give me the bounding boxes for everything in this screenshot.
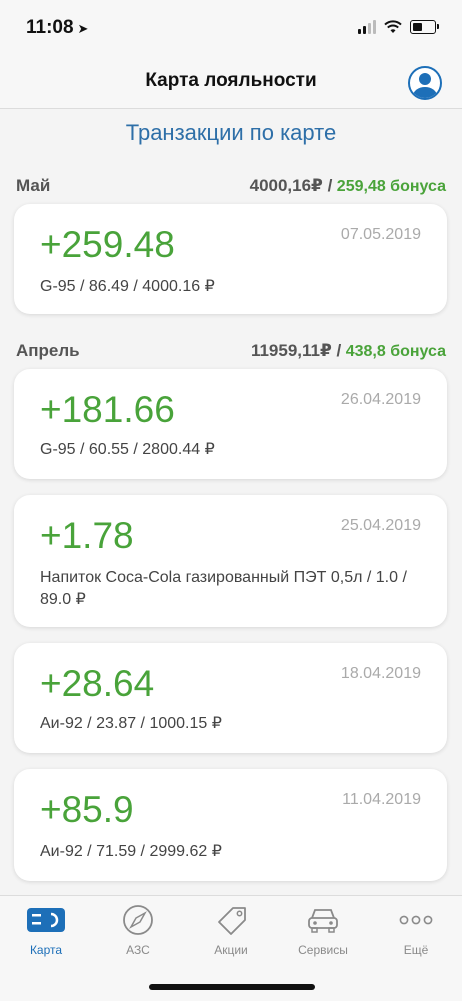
month-summary: 4000,16₽ / 259,48 бонуса bbox=[250, 176, 446, 196]
transaction-amount: +85.9 bbox=[40, 789, 134, 830]
page-title: Карта лояльности bbox=[145, 70, 317, 91]
month-sum: 11959,11₽ / bbox=[250, 341, 342, 360]
transaction-card[interactable]: +85.9 11.04.2019 Аи-92 / 71.59 / 2999.62… bbox=[14, 769, 447, 881]
tab-label: Ещё bbox=[403, 943, 429, 957]
tab-stations[interactable]: АЗС bbox=[98, 904, 178, 957]
wifi-icon bbox=[384, 20, 402, 33]
more-icon bbox=[399, 915, 433, 925]
transaction-card[interactable]: +259.48 07.05.2019 G-95 / 86.49 / 4000.1… bbox=[14, 204, 447, 314]
month-name: Апрель bbox=[16, 341, 80, 360]
transaction-card[interactable]: +181.66 26.04.2019 G-95 / 60.55 / 2800.4… bbox=[14, 369, 447, 479]
status-bar: 11:08 ➤ bbox=[0, 0, 462, 58]
section-title: Транзакции по карте bbox=[125, 120, 337, 145]
month-header: Май 4000,16₽ / 259,48 бонуса bbox=[16, 174, 446, 198]
home-indicator bbox=[149, 984, 315, 990]
car-icon bbox=[308, 909, 338, 933]
tab-label: Карта bbox=[29, 943, 63, 957]
month-name: Май bbox=[16, 176, 51, 195]
profile-button[interactable] bbox=[408, 66, 442, 100]
transaction-detail: Аи-92 / 71.59 / 2999.62 ₽ bbox=[40, 843, 222, 860]
month-sum: 4000,16₽ / bbox=[249, 176, 333, 195]
month-summary: 11959,11₽ / 438,8 бонуса bbox=[251, 341, 446, 361]
transaction-date: 26.04.2019 bbox=[340, 391, 421, 408]
card-icon bbox=[27, 908, 65, 932]
tag-icon bbox=[218, 907, 246, 935]
transaction-date: 25.04.2019 bbox=[340, 517, 421, 534]
status-indicators bbox=[358, 20, 439, 34]
tab-services[interactable]: Сервисы bbox=[283, 904, 363, 957]
transaction-amount: +259.48 bbox=[40, 224, 175, 265]
status-time: 11:08 ➤ bbox=[26, 17, 88, 39]
compass-icon bbox=[123, 905, 153, 935]
transaction-date: 11.04.2019 bbox=[342, 791, 421, 808]
transaction-card[interactable]: +1.78 25.04.2019 Напиток Coca-Cola газир… bbox=[14, 495, 447, 627]
month-bonus: 438,8 бонуса bbox=[345, 343, 446, 360]
tab-more[interactable]: Ещё bbox=[376, 904, 456, 957]
status-time-text: 11:08 bbox=[26, 17, 74, 38]
nav-bar: Карта лояльности bbox=[0, 58, 462, 109]
transaction-amount: +28.64 bbox=[40, 663, 155, 704]
tab-card[interactable]: Карта bbox=[6, 904, 86, 957]
tab-label: Сервисы bbox=[298, 943, 348, 957]
location-arrow-icon: ➤ bbox=[77, 21, 89, 36]
tab-label: АЗС bbox=[126, 943, 150, 957]
month-header: Апрель 11959,11₽ / 438,8 бонуса bbox=[16, 339, 446, 363]
transaction-date: 07.05.2019 bbox=[340, 226, 421, 243]
transaction-detail: Аи-92 / 23.87 / 1000.15 ₽ bbox=[40, 715, 222, 732]
month-bonus: 259,48 бонуса bbox=[336, 178, 446, 195]
cellular-signal-icon bbox=[358, 20, 376, 34]
transaction-date: 18.04.2019 bbox=[340, 665, 421, 682]
transaction-amount: +181.66 bbox=[40, 389, 175, 430]
transaction-card[interactable]: +28.64 18.04.2019 Аи-92 / 23.87 / 1000.1… bbox=[14, 643, 447, 753]
tab-label: Акции bbox=[214, 943, 248, 957]
transaction-amount: +1.78 bbox=[40, 515, 134, 556]
transaction-detail: G-95 / 60.55 / 2800.44 ₽ bbox=[40, 441, 215, 458]
transaction-detail: G-95 / 86.49 / 4000.16 ₽ bbox=[40, 278, 215, 295]
transaction-detail: Напиток Coca-Cola газированный ПЭТ 0,5л … bbox=[40, 569, 407, 608]
tab-promotions[interactable]: Акции bbox=[191, 904, 271, 957]
battery-icon bbox=[410, 20, 439, 34]
